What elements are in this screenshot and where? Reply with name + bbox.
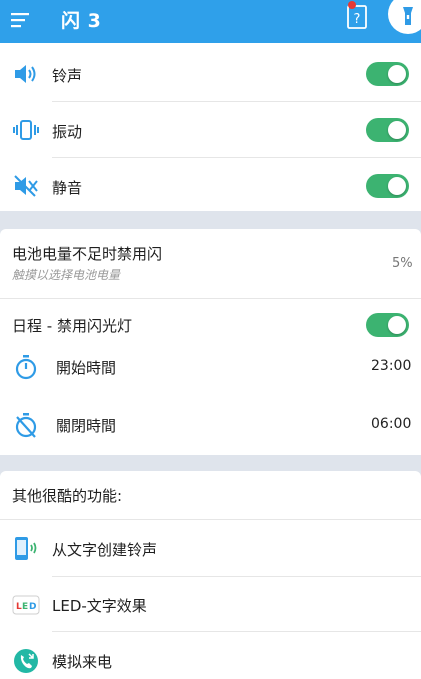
flashlight-button[interactable] — [388, 0, 421, 34]
silent-label: 静音 — [52, 179, 83, 197]
feature-item-ringtone[interactable]: 从文字创建铃声 — [0, 533, 421, 565]
battery-schedule-card: 电池电量不足时禁用闪 触摸以选择电池电量 5% 日程 - 禁用闪光灯 開始時間 … — [0, 229, 421, 455]
app-bar: 闪 3 ? — [0, 0, 421, 43]
svg-text:D: D — [29, 602, 36, 612]
feature-label: 从文字创建铃声 — [52, 541, 158, 559]
feature-label: 模拟来电 — [52, 653, 113, 671]
svg-text:E: E — [22, 602, 28, 612]
start-time-row[interactable]: 開始時間 23:00 — [0, 351, 421, 383]
battery-title: 电池电量不足时禁用闪 — [12, 245, 163, 263]
ringtone-toggle[interactable] — [366, 62, 409, 86]
timer-icon — [12, 353, 40, 381]
flashlight-icon — [403, 7, 413, 25]
battery-value: 5% — [392, 256, 413, 271]
app-title: 闪 3 — [61, 10, 102, 32]
end-time-row[interactable]: 關閉時間 06:00 — [0, 409, 421, 441]
start-time-value: 23:00 — [371, 358, 412, 374]
divider — [52, 631, 421, 632]
speaker-icon — [12, 60, 40, 88]
start-time-label: 開始時間 — [56, 359, 117, 377]
phone-ringtone-icon — [12, 535, 40, 563]
battery-row[interactable]: 电池电量不足时禁用闪 触摸以选择电池电量 5% — [0, 239, 421, 297]
ringtone-label: 铃声 — [52, 67, 83, 85]
menu-icon[interactable] — [10, 8, 34, 32]
incoming-call-icon — [12, 647, 40, 675]
end-time-label: 關閉時間 — [56, 417, 117, 435]
feature-item-fake-call[interactable]: 模拟来电 — [0, 645, 421, 677]
vibrate-row[interactable]: 振动 — [0, 113, 421, 147]
features-title: 其他很酷的功能: — [12, 487, 123, 505]
divider — [0, 298, 421, 299]
ringtone-row[interactable]: 铃声 — [0, 57, 421, 91]
schedule-row[interactable]: 日程 - 禁用闪光灯 — [0, 309, 421, 339]
schedule-title: 日程 - 禁用闪光灯 — [12, 317, 132, 335]
features-card: 其他很酷的功能: 从文字创建铃声 L E D LED-文字效果 模拟来电 — [0, 471, 421, 679]
end-time-value: 06:00 — [371, 416, 412, 432]
divider — [52, 157, 421, 158]
divider — [0, 519, 421, 520]
sound-settings-card: 铃声 振动 静音 — [0, 43, 421, 211]
feature-label: LED-文字效果 — [52, 597, 147, 615]
silent-row[interactable]: 静音 — [0, 169, 421, 203]
schedule-toggle[interactable] — [366, 313, 409, 337]
timer-off-icon — [12, 411, 40, 439]
vibrate-toggle[interactable] — [366, 118, 409, 142]
divider — [52, 576, 421, 577]
vibrate-icon — [12, 116, 40, 144]
vibrate-label: 振动 — [52, 123, 83, 141]
battery-subtitle: 触摸以选择电池电量 — [12, 268, 121, 282]
led-icon: L E D — [12, 591, 40, 619]
notification-dot — [348, 1, 356, 9]
mute-icon — [12, 172, 40, 200]
svg-text:?: ? — [354, 12, 361, 27]
silent-toggle[interactable] — [366, 174, 409, 198]
feature-item-led[interactable]: L E D LED-文字效果 — [0, 589, 421, 621]
divider — [52, 101, 421, 102]
